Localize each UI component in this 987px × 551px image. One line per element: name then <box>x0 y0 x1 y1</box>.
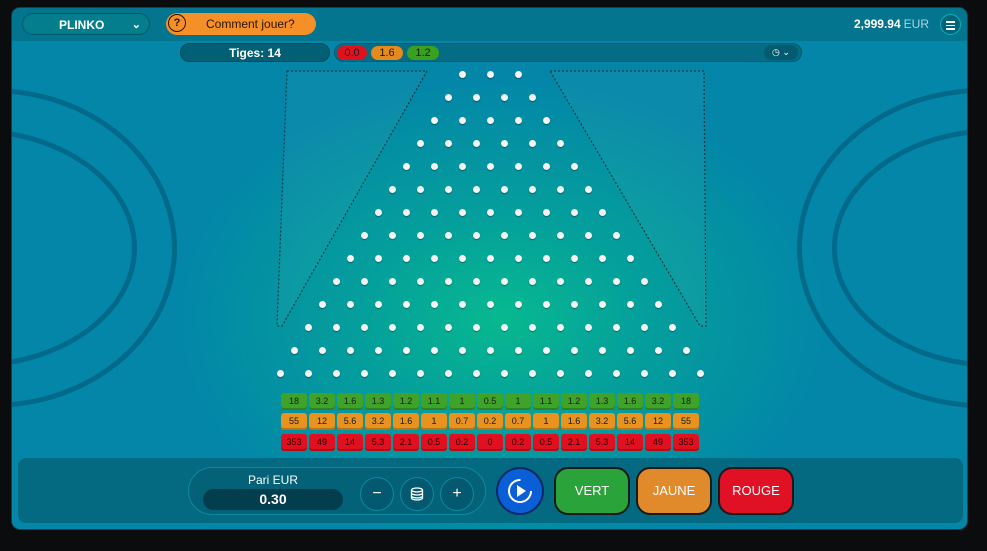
increase-bet-button[interactable]: + <box>440 477 474 511</box>
coin-stack-icon[interactable] <box>400 477 434 511</box>
balance-amount: 2,999.94 <box>853 17 901 31</box>
results-history-bar: 0.0 1.6 1.2 ◷ ⌄ <box>334 43 802 62</box>
bottom-control-panel: Pari EUR 0.30 − + VERT JAUNE ROUGE <box>18 458 963 523</box>
decrease-bet-button[interactable]: − <box>360 477 394 511</box>
balance-display: 2,999.94 EUR <box>854 17 929 31</box>
hamburger-menu-icon[interactable] <box>940 14 961 35</box>
play-green-button[interactable]: VERT <box>554 467 630 515</box>
bet-label: Pari EUR <box>247 473 298 487</box>
play-yellow-button[interactable]: JAUNE <box>636 467 712 515</box>
balance-currency: EUR <box>903 17 929 31</box>
board-outline-right <box>549 70 707 327</box>
game-name: PLINKO <box>59 18 105 32</box>
bet-amount[interactable]: 0.30 <box>203 489 343 510</box>
game-selector[interactable]: PLINKO ⌄ <box>22 13 150 35</box>
history-chip: 0.0 <box>337 46 367 60</box>
how-to-play-label: Comment jouer? <box>206 17 295 31</box>
chevron-down-icon: ⌄ <box>131 19 141 31</box>
history-clock-icon[interactable]: ◷ ⌄ <box>764 45 798 60</box>
history-chip: 1.6 <box>371 46 403 60</box>
play-red-button[interactable]: ROUGE <box>718 467 794 515</box>
pins-selector[interactable]: Tiges: 14 <box>180 43 330 62</box>
game-frame: PLINKO ⌄ ? Comment jouer? 2,999.94 EUR Ti… <box>12 8 967 529</box>
question-icon: ? <box>168 14 186 32</box>
history-chip: 1.2 <box>407 46 439 60</box>
how-to-play-button[interactable]: ? Comment jouer? <box>166 13 316 35</box>
top-bar: PLINKO ⌄ ? Comment jouer? 2,999.94 EUR <box>12 8 967 41</box>
autoplay-icon[interactable] <box>496 467 544 515</box>
bet-control-group: Pari EUR 0.30 − + <box>188 467 486 515</box>
